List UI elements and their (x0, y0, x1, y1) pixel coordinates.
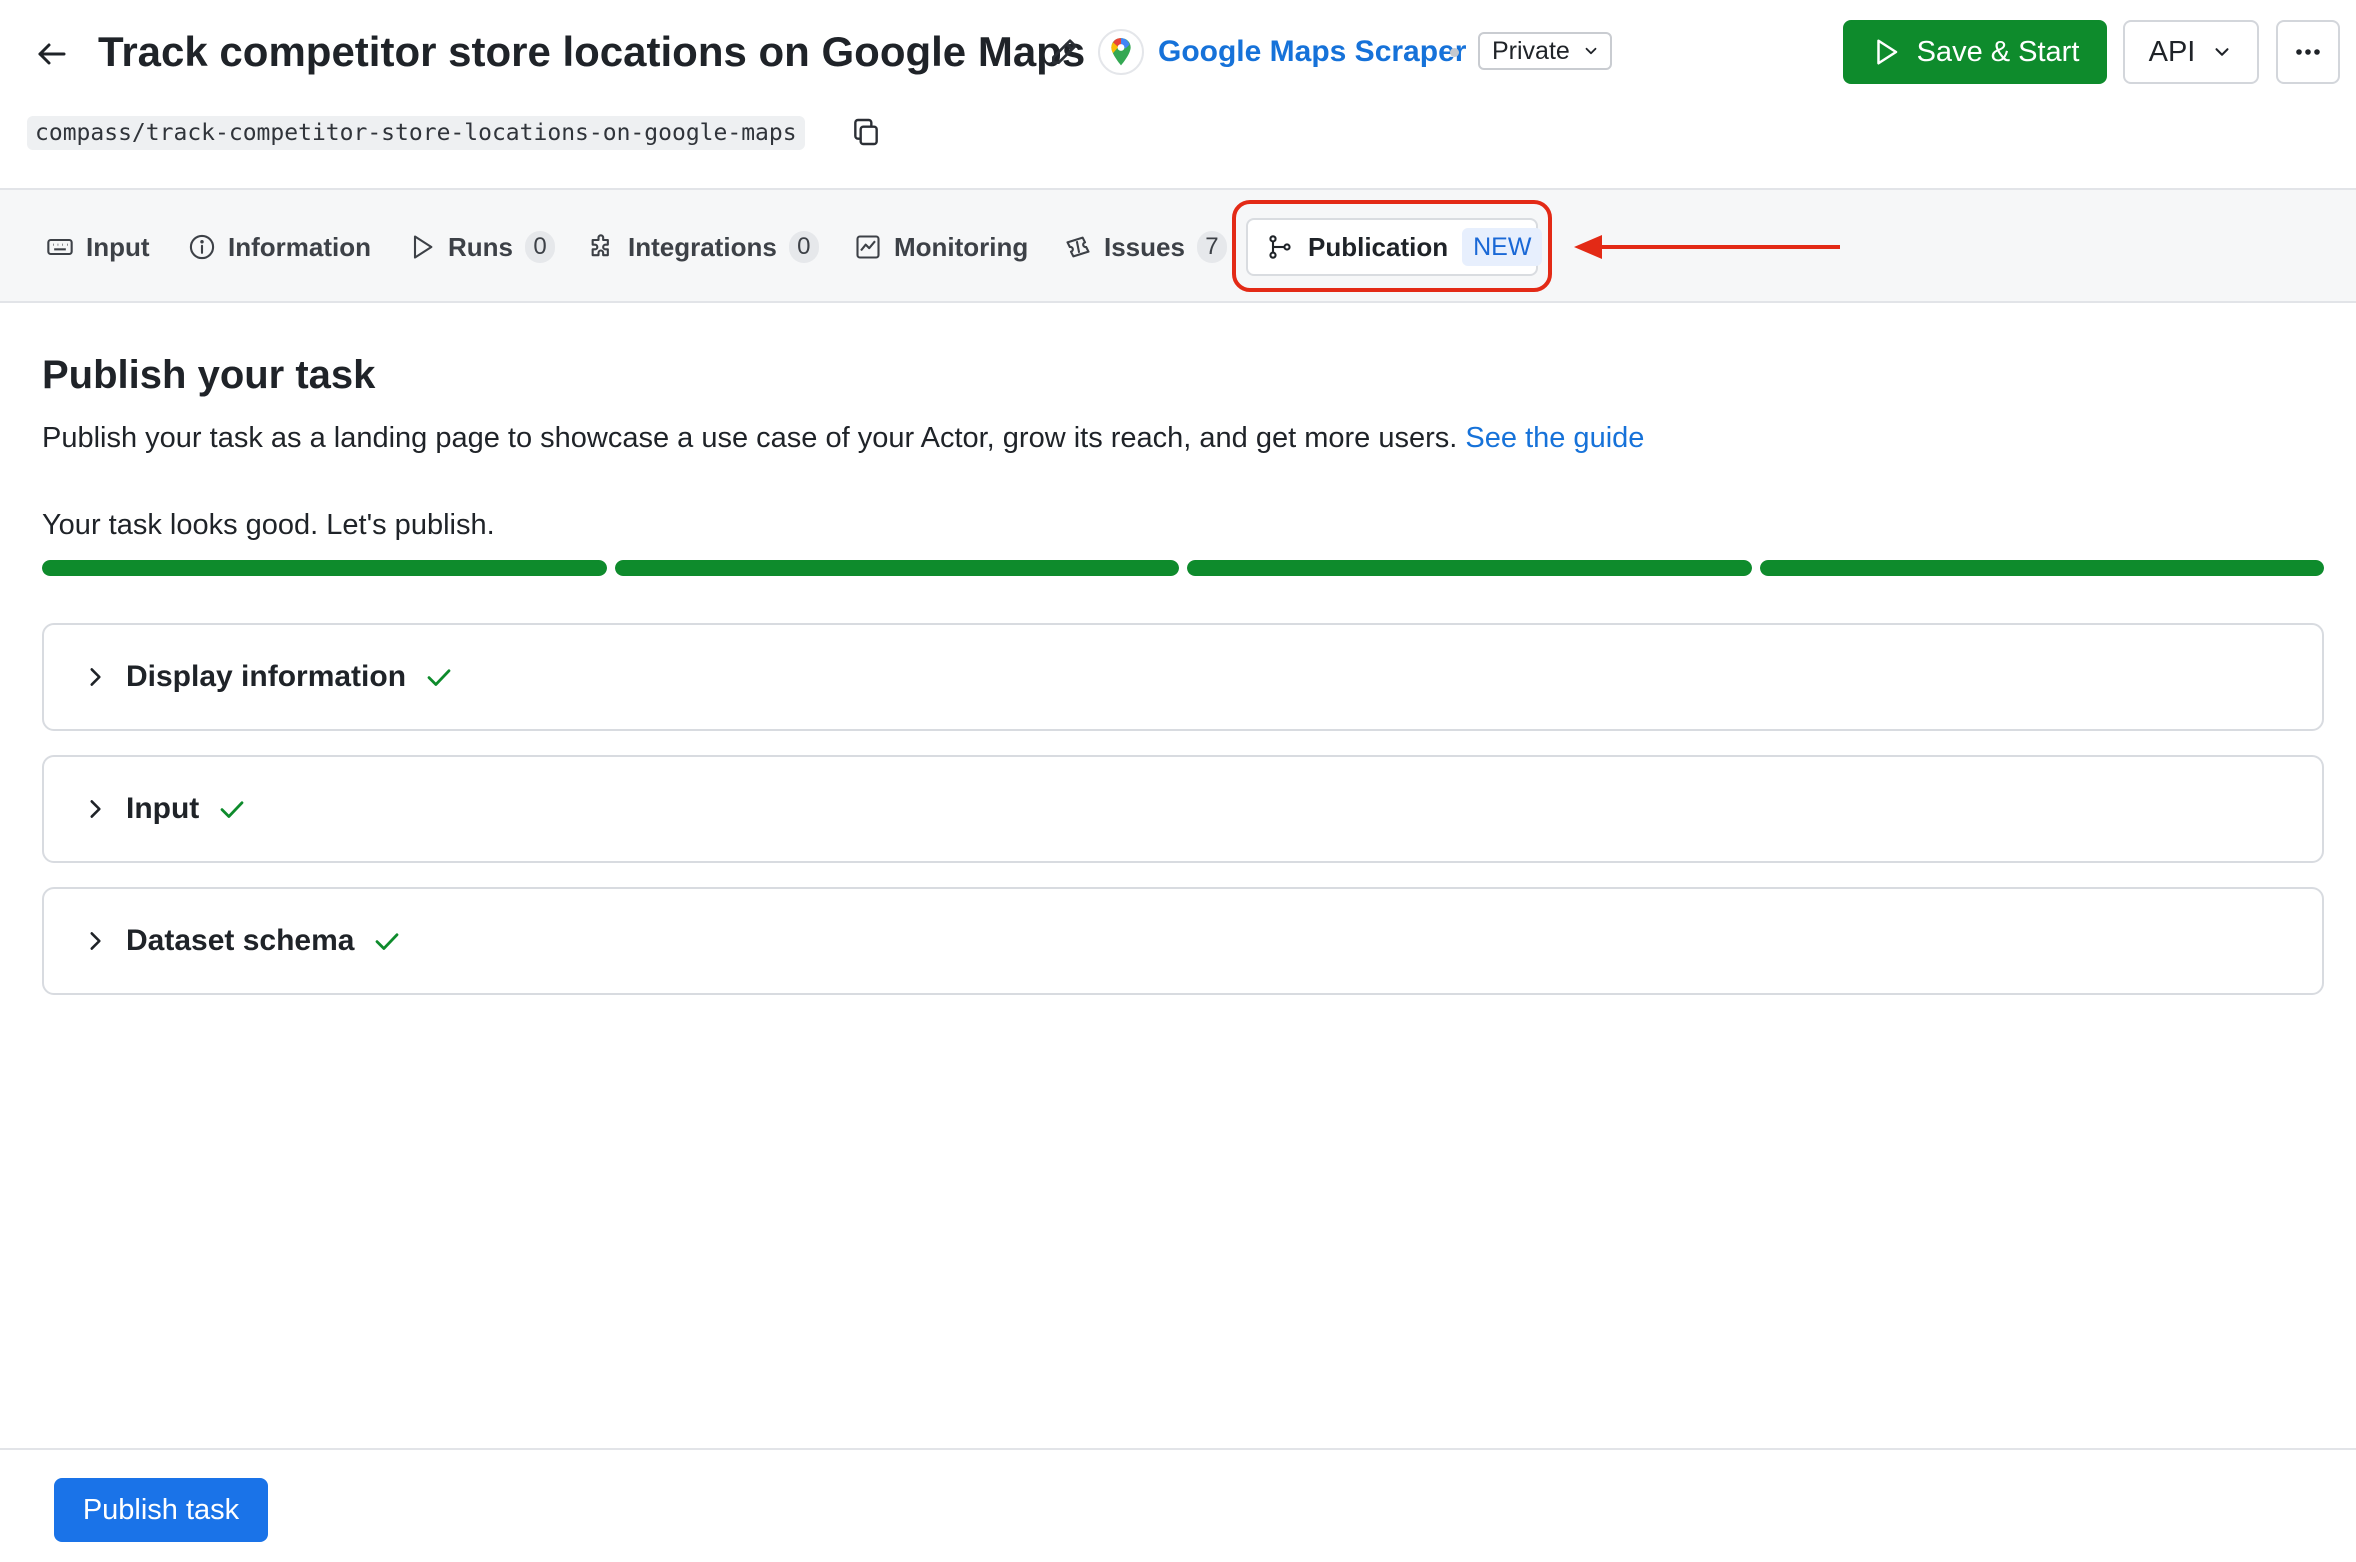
progress-segment (614, 560, 1179, 576)
play-icon (408, 233, 436, 261)
section-title: Input (126, 792, 200, 825)
google-maps-pin-icon (1098, 29, 1144, 75)
more-options-button[interactable] (2276, 20, 2340, 84)
tab-issues[interactable]: Issues 7 (1064, 222, 1227, 272)
progress-segment (1187, 560, 1752, 576)
publish-task-button[interactable]: Publish task (54, 1478, 268, 1542)
tab-issues-count: 7 (1196, 231, 1227, 263)
progress-segment-fill (1187, 560, 1752, 576)
separator-dot (1450, 48, 1459, 57)
section-title: Display information (126, 660, 407, 693)
copy-icon[interactable] (850, 116, 882, 148)
back-arrow-icon[interactable] (34, 36, 70, 72)
chart-icon (854, 233, 882, 261)
progress-segment (42, 560, 607, 576)
task-slug: compass/track-competitor-store-locations… (27, 116, 805, 150)
tab-runs-label: Runs (448, 231, 513, 262)
page-header: Track competitor store locations on Goog… (0, 0, 2356, 188)
branch-icon (1266, 233, 1294, 261)
page-heading: Publish your task (42, 353, 376, 397)
api-dropdown-button[interactable]: API (2123, 20, 2259, 84)
ellipsis-icon (2293, 47, 2323, 57)
tab-input-label: Input (86, 231, 150, 262)
page-footer: Publish task (0, 1448, 2356, 1562)
actor-name: Google Maps Scraper (1158, 35, 1467, 68)
section-title: Dataset schema (126, 924, 355, 957)
tab-information[interactable]: Information (188, 222, 371, 272)
tab-monitoring[interactable]: Monitoring (854, 222, 1028, 272)
keyboard-icon (46, 233, 74, 261)
section-display-information[interactable]: Display information (42, 623, 2324, 731)
tab-publication-label: Publication (1308, 231, 1449, 262)
task-title: Track competitor store locations on Goog… (98, 28, 1086, 75)
chevron-right-icon (82, 796, 108, 822)
chevron-right-icon (82, 928, 108, 954)
tab-runs[interactable]: Runs 0 (408, 222, 555, 272)
tab-runs-count: 0 (525, 231, 555, 263)
chevron-down-icon (1582, 42, 1600, 60)
progress-segment-fill (614, 560, 1179, 576)
progress-segment-fill (42, 560, 607, 576)
chevron-right-icon (82, 664, 108, 690)
publish-progress-bar (42, 560, 2324, 576)
section-dataset-schema[interactable]: Dataset schema (42, 887, 2324, 995)
section-input[interactable]: Input (42, 755, 2324, 863)
progress-segment (1759, 560, 2324, 576)
new-badge: NEW (1462, 228, 1543, 266)
pencil-icon[interactable] (1048, 36, 1080, 68)
play-icon (1871, 37, 1901, 67)
page-description: Publish your task as a landing page to s… (42, 418, 1644, 458)
api-label: API (2148, 35, 2196, 68)
progress-segment-fill (1759, 560, 2324, 576)
privacy-label: Private (1492, 36, 1570, 65)
tab-bar: Input Information Runs 0 Integrations 0 … (0, 188, 2356, 303)
tab-information-label: Information (228, 231, 371, 262)
tab-integrations-label: Integrations (628, 231, 777, 262)
chevron-down-icon (2211, 41, 2233, 63)
puzzle-icon (588, 233, 616, 261)
save-and-start-label: Save & Start (1916, 35, 2080, 68)
save-and-start-button[interactable]: Save & Start (1843, 20, 2107, 84)
see-the-guide-link[interactable]: See the guide (1465, 422, 1644, 454)
tab-issues-label: Issues (1104, 231, 1185, 262)
publish-status-text: Your task looks good. Let's publish. (42, 509, 495, 541)
checkmark-icon (217, 794, 247, 824)
tab-monitoring-label: Monitoring (894, 231, 1029, 262)
ticket-icon (1064, 233, 1092, 261)
info-icon (188, 233, 216, 261)
tab-integrations[interactable]: Integrations 0 (588, 222, 819, 272)
description-text: Publish your task as a landing page to s… (42, 422, 1458, 454)
tab-input[interactable]: Input (46, 222, 150, 272)
tab-publication[interactable]: Publication NEW (1246, 218, 1543, 276)
actor-link[interactable]: Google Maps Scraper (1098, 29, 1467, 75)
annotation-arrow-icon (1570, 230, 1842, 264)
checkmark-icon (372, 926, 402, 956)
checkmark-icon (424, 662, 454, 692)
tab-integrations-count: 0 (788, 231, 819, 263)
privacy-select[interactable]: Private (1478, 32, 1612, 70)
